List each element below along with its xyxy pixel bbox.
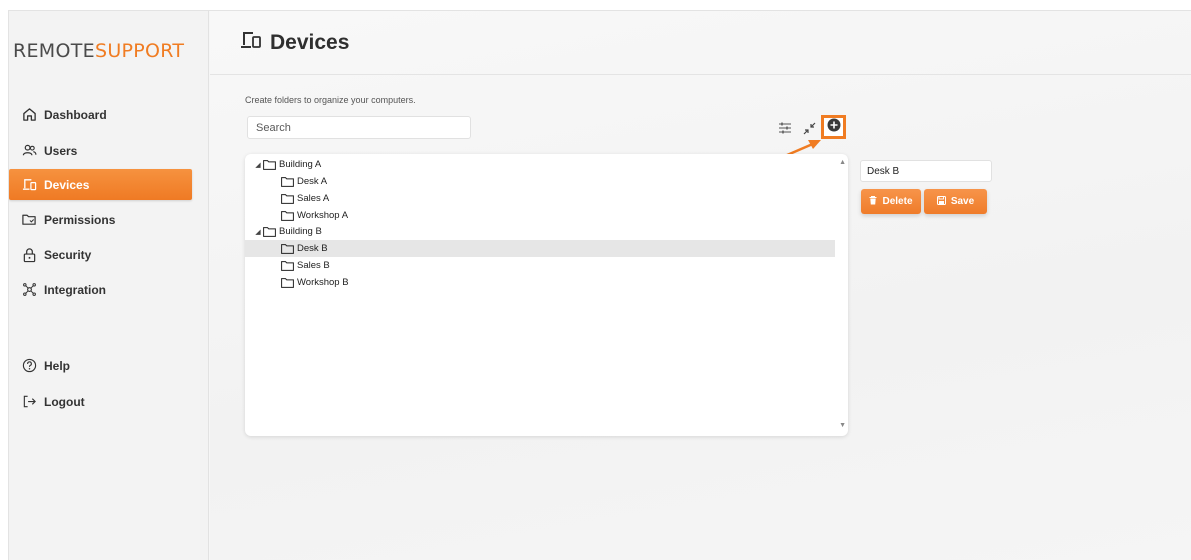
expand-toggle-icon[interactable]: ◢ — [253, 228, 263, 236]
sidebar-item-label: Logout — [44, 394, 85, 409]
sidebar-item-label: Permissions — [44, 212, 116, 227]
page-subtitle: Create folders to organize your computer… — [245, 95, 416, 105]
permissions-icon — [21, 212, 37, 228]
sidebar-item-integration[interactable]: Integration — [9, 274, 192, 305]
home-icon — [21, 107, 37, 123]
sidebar-item-users[interactable]: Users — [9, 135, 192, 166]
sidebar-item-label: Users — [44, 143, 78, 158]
integration-icon — [21, 282, 37, 298]
folder-name-field[interactable] — [860, 160, 992, 182]
tree-node-sales-a[interactable]: Sales A — [245, 190, 835, 207]
expand-toggle-icon[interactable]: ◢ — [253, 161, 263, 169]
tree-node-desk-a[interactable]: Desk A — [245, 173, 835, 190]
page-header: Devices — [210, 11, 1191, 75]
sidebar-item-help[interactable]: Help — [9, 350, 192, 381]
sidebar: REMOTESUPPORT Dashboard Users Devices Pe — [9, 11, 209, 560]
search-input[interactable] — [247, 116, 471, 139]
sidebar-item-label: Help — [44, 358, 71, 373]
tree-node-label: Desk A — [297, 176, 328, 187]
devices-icon — [240, 30, 262, 55]
devices-icon — [21, 177, 37, 193]
folder-icon — [281, 243, 294, 254]
sidebar-item-label: Security — [44, 247, 92, 262]
sidebar-item-label: Dashboard — [44, 107, 107, 122]
tree-node-label: Building B — [279, 226, 322, 237]
tree-node-building-b[interactable]: ◢ Building B — [245, 223, 835, 240]
save-button-label: Save — [950, 196, 975, 207]
tree-node-label: Sales A — [297, 193, 330, 204]
sidebar-item-security[interactable]: Security — [9, 239, 192, 270]
tree-node-label: Workshop B — [297, 277, 349, 288]
tree-node-label: Desk B — [297, 243, 328, 254]
scroll-down-arrow-icon[interactable]: ▼ — [839, 422, 846, 429]
tree-node-label: Building A — [279, 159, 322, 170]
delete-button[interactable]: Delete — [861, 189, 921, 214]
logo: REMOTESUPPORT — [13, 40, 184, 62]
sidebar-item-label: Devices — [44, 177, 90, 192]
sidebar-item-dashboard[interactable]: Dashboard — [9, 99, 192, 130]
folder-icon — [281, 210, 294, 221]
folder-tree: ◢ Building A Desk A Sales A Workshop A ◢… — [245, 154, 848, 436]
users-icon — [21, 143, 37, 159]
sidebar-item-devices[interactable]: Devices — [9, 169, 192, 200]
add-circle-icon — [827, 118, 841, 137]
scroll-up-arrow-icon[interactable]: ▲ — [839, 159, 846, 166]
delete-button-label: Delete — [882, 196, 913, 207]
logo-text-support: SUPPORT — [94, 40, 185, 62]
tree-node-workshop-a[interactable]: Workshop A — [245, 207, 835, 224]
sidebar-item-logout[interactable]: Logout — [9, 386, 192, 417]
lock-icon — [21, 247, 37, 263]
folder-icon — [281, 277, 294, 288]
main-content: Devices Create folders to organize your … — [210, 11, 1191, 560]
app-window: REMOTESUPPORT Dashboard Users Devices Pe — [8, 10, 1191, 560]
sidebar-item-label: Integration — [44, 282, 106, 297]
tree-node-label: Workshop A — [297, 210, 349, 221]
tree-node-sales-b[interactable]: Sales B — [245, 257, 835, 274]
tree-node-building-a[interactable]: ◢ Building A — [245, 156, 835, 173]
logout-icon — [21, 394, 37, 410]
floppy-icon — [936, 196, 946, 207]
folder-icon — [263, 226, 276, 237]
tree-node-workshop-b[interactable]: Workshop B — [245, 274, 835, 291]
folder-icon — [263, 159, 276, 170]
help-icon — [21, 358, 37, 374]
folder-icon — [281, 260, 294, 271]
save-button[interactable]: Save — [924, 189, 987, 214]
page-title: Devices — [270, 30, 350, 54]
folder-icon — [281, 176, 294, 187]
tree-node-label: Sales B — [297, 260, 330, 271]
sidebar-item-permissions[interactable]: Permissions — [9, 204, 192, 235]
tree-node-desk-b[interactable]: Desk B — [245, 240, 835, 257]
folder-icon — [281, 193, 294, 204]
trash-icon — [869, 196, 877, 207]
logo-text-remote: REMOTE — [13, 40, 95, 62]
